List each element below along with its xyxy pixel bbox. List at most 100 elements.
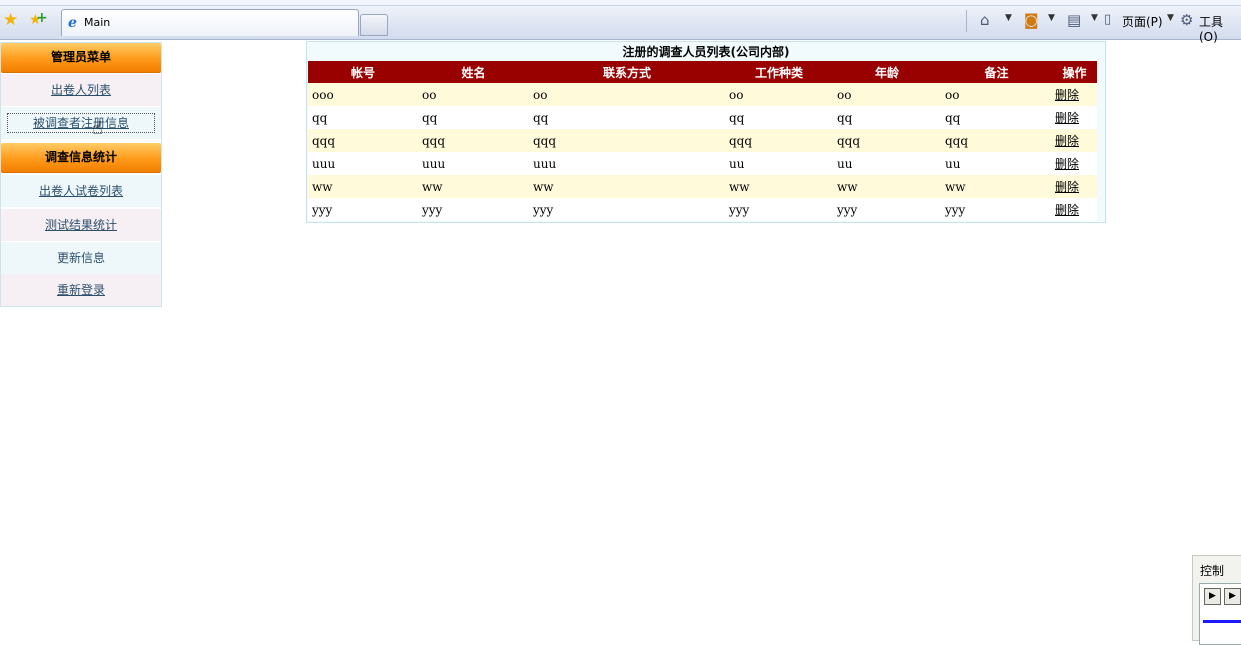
admin-menu-header: 管理员菜单 [1, 43, 161, 73]
cell-remarks: uu [941, 152, 1052, 175]
favorites-star-icon[interactable]: ★ [3, 11, 21, 29]
column-header-contact: 联系方式 [529, 61, 725, 83]
cell-job-type: qq [725, 106, 833, 129]
sidebar-item-paper-list[interactable]: 出卷人试卷列表 [1, 175, 161, 207]
cell-contact: ww [529, 175, 725, 198]
step-icon[interactable]: ▶ [1224, 588, 1241, 605]
cell-contact: uuu [529, 152, 725, 175]
cell-account: uuu [308, 152, 418, 175]
cell-name: yyy [418, 198, 529, 221]
sidebar-item-label[interactable]: 被调查者注册信息 [33, 116, 129, 130]
hand-cursor-icon: ☝ [92, 118, 103, 139]
cell-account: ww [308, 175, 418, 198]
delete-link[interactable]: 删除 [1055, 180, 1079, 194]
cell-name: oo [418, 83, 529, 106]
cell-job-type: ww [725, 175, 833, 198]
play-icon[interactable]: ▶ [1204, 588, 1221, 605]
sidebar-item-label[interactable]: 测试结果统计 [45, 218, 117, 232]
cell-age: yyy [833, 198, 941, 221]
page-menu[interactable]: 页面(P) [1122, 13, 1163, 30]
delete-link[interactable]: 删除 [1055, 157, 1079, 171]
cell-action: 删除 [1052, 129, 1097, 152]
new-tab-button[interactable] [360, 14, 388, 36]
sidebar-item-label[interactable]: 出卷人试卷列表 [39, 184, 123, 198]
delete-link[interactable]: 删除 [1055, 203, 1079, 217]
table-title: 注册的调查人员列表(公司内部) [622, 45, 790, 59]
print-icon[interactable]: ▤ [1067, 11, 1081, 29]
survey-stats-header: 调查信息统计 [1, 143, 161, 173]
column-header-account: 帐号 [308, 61, 418, 83]
delete-link[interactable]: 删除 [1055, 134, 1079, 148]
column-header-job-type: 工作种类 [725, 61, 833, 83]
cell-remarks: ww [941, 175, 1052, 198]
sidebar-item-label[interactable]: 更新信息 [57, 251, 105, 265]
cell-account: qq [308, 106, 418, 129]
ie-page-icon: e [68, 15, 77, 31]
add-favorites-icon[interactable]: ★ + [29, 10, 48, 28]
progress-bar [1203, 620, 1241, 623]
column-header-action: 操作 [1052, 61, 1097, 83]
surveyor-list-panel: 注册的调查人员列表(公司内部) 帐号 姓名 联系方式 工作种类 年龄 备注 操作… [306, 41, 1106, 223]
cell-age: ww [833, 175, 941, 198]
control-widget-title: 控制 [1200, 564, 1225, 578]
cell-age: qqq [833, 129, 941, 152]
cell-remarks: qqq [941, 129, 1052, 152]
rss-feed-icon[interactable]: ◙ [1024, 11, 1039, 29]
control-widget: 控制 ▶ ▶ [1192, 555, 1241, 645]
table-row: ooo oo oo oo oo oo 删除 [308, 83, 1097, 106]
toolbar-divider [0, 5, 1241, 6]
control-widget-body: ▶ ▶ [1199, 583, 1241, 645]
admin-sidebar: 管理员菜单 出卷人列表 被调查者注册信息 调查信息统计 出卷人试卷列表 测试结果… [0, 42, 162, 307]
sidebar-item-test-stats[interactable]: 测试结果统计 [1, 209, 161, 241]
cell-action: 删除 [1052, 152, 1097, 175]
print-dropdown-icon[interactable]: ▼ [1091, 13, 1098, 23]
sidebar-item-relogin[interactable]: 重新登录 [1, 274, 161, 306]
sidebar-item-respondent-list[interactable]: 出卷人列表 [1, 74, 161, 106]
feed-dropdown-icon[interactable]: ▼ [1048, 13, 1055, 23]
page-dropdown-icon[interactable]: ▼ [1167, 13, 1174, 23]
cell-remarks: yyy [941, 198, 1052, 221]
delete-link[interactable]: 删除 [1055, 111, 1079, 125]
surveyor-table: 帐号 姓名 联系方式 工作种类 年龄 备注 操作 ooo oo oo oo oo… [308, 61, 1097, 221]
cell-name: ww [418, 175, 529, 198]
cell-action: 删除 [1052, 106, 1097, 129]
tools-menu[interactable]: 工具(O) [1199, 13, 1241, 44]
cell-action: 删除 [1052, 175, 1097, 198]
column-header-remarks: 备注 [941, 61, 1052, 83]
sidebar-item-update-info[interactable]: 更新信息 [1, 242, 161, 274]
cell-name: qqq [418, 129, 529, 152]
tab-title: Main [84, 16, 111, 29]
toolbar-separator [966, 10, 967, 32]
cell-remarks: oo [941, 83, 1052, 106]
home-dropdown-icon[interactable]: ▼ [1005, 13, 1012, 23]
table-row: qqq qqq qqq qqq qqq qqq 删除 [308, 129, 1097, 152]
cell-job-type: yyy [725, 198, 833, 221]
cell-action: 删除 [1052, 198, 1097, 221]
cell-account: qqq [308, 129, 418, 152]
column-header-name: 姓名 [418, 61, 529, 83]
table-row: qq qq qq qq qq qq 删除 [308, 106, 1097, 129]
cell-job-type: oo [725, 83, 833, 106]
browser-toolbar: ★ ★ + e Main ⌂ ▼ ◙ ▼ ▤ ▼ ▯ 页面(P) ▼ ⚙ 工具(O… [0, 0, 1241, 44]
table-row: yyy yyy yyy yyy yyy yyy 删除 [308, 198, 1097, 221]
cell-job-type: qqq [725, 129, 833, 152]
table-row: uuu uuu uuu uu uu uu 删除 [308, 152, 1097, 175]
sidebar-item-label[interactable]: 重新登录 [57, 283, 105, 297]
cell-remarks: qq [941, 106, 1052, 129]
sidebar-item-label[interactable]: 出卷人列表 [51, 83, 111, 97]
cell-account: ooo [308, 83, 418, 106]
cell-contact: yyy [529, 198, 725, 221]
table-row: ww ww ww ww ww ww 删除 [308, 175, 1097, 198]
cell-contact: qq [529, 106, 725, 129]
browser-tab-main[interactable]: e Main [61, 9, 359, 36]
cell-name: qq [418, 106, 529, 129]
cell-job-type: uu [725, 152, 833, 175]
cell-action: 删除 [1052, 83, 1097, 106]
sidebar-item-surveyed-registration[interactable]: 被调查者注册信息 [1, 107, 161, 139]
cell-age: qq [833, 106, 941, 129]
delete-link[interactable]: 删除 [1055, 88, 1079, 102]
home-icon[interactable]: ⌂ [980, 11, 990, 29]
page-icon[interactable]: ▯ [1104, 11, 1111, 29]
cell-age: oo [833, 83, 941, 106]
tools-gear-icon[interactable]: ⚙ [1180, 11, 1193, 29]
